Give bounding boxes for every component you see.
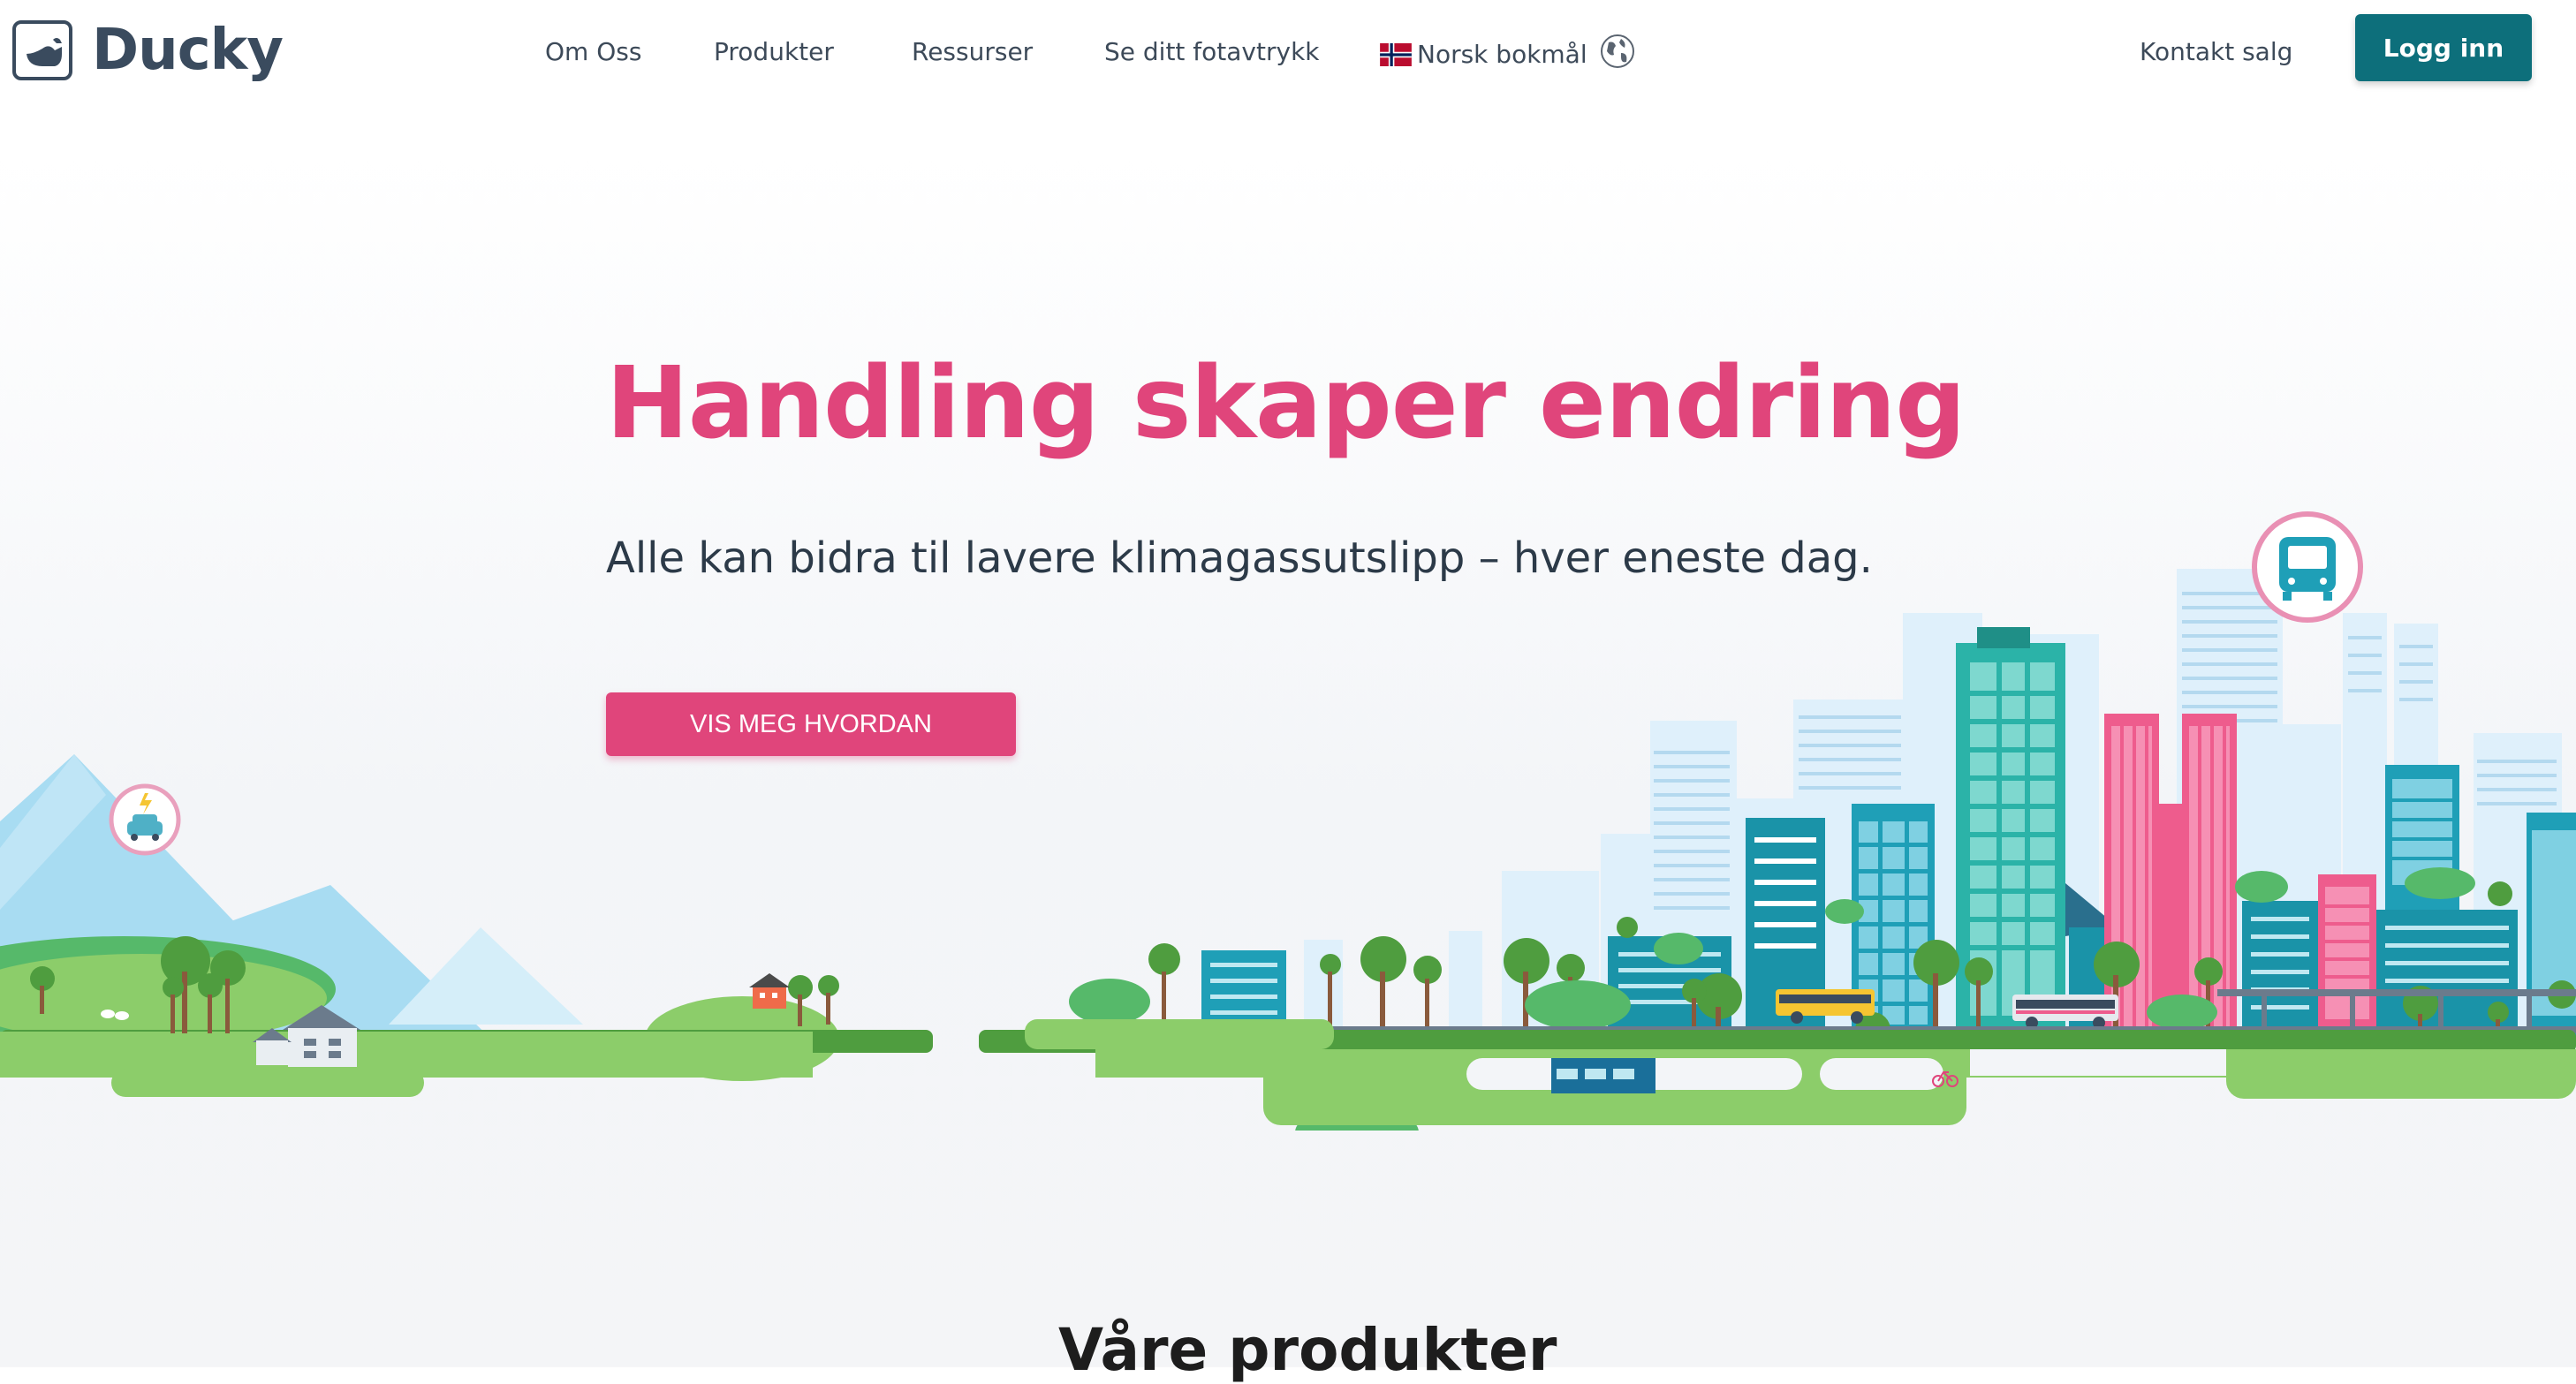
nav-item-produkter[interactable]: Produkter: [714, 37, 834, 66]
norway-flag-icon: [1380, 42, 1412, 66]
duck-logo-icon: [12, 20, 72, 80]
site-header: Ducky Om Oss Produkter Ressurser Se ditt…: [0, 0, 2576, 106]
products-section-title: Våre produkter: [1058, 1316, 1557, 1384]
language-selector[interactable]: Norsk bokmål: [1380, 34, 1635, 75]
login-button[interactable]: Logg inn: [2355, 14, 2532, 81]
nav-item-om-oss[interactable]: Om Oss: [545, 37, 641, 66]
bus-icon: [2252, 511, 2363, 623]
electric-car-icon: [109, 783, 181, 856]
brand-name: Ducky: [92, 18, 284, 83]
city-landscape-illustration: [0, 511, 2576, 1131]
brand-logo[interactable]: Ducky: [12, 18, 284, 83]
nav-item-ressurser[interactable]: Ressurser: [912, 37, 1033, 66]
nav-item-fotavtrykk[interactable]: Se ditt fotavtrykk: [1104, 37, 1320, 66]
globe-icon: [1600, 34, 1635, 75]
hero-title: Handling skaper endring: [606, 346, 1966, 461]
contact-sales-link[interactable]: Kontakt salg: [2140, 37, 2292, 66]
language-label: Norsk bokmål: [1417, 40, 1587, 69]
